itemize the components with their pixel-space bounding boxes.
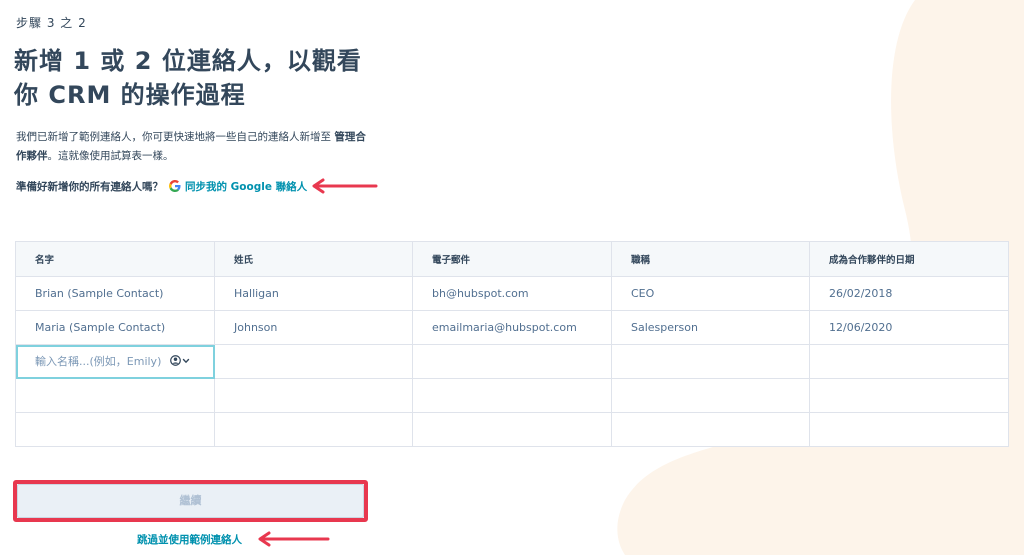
title-line-2: 你 CRM 的操作過程	[14, 81, 246, 109]
table-row: Brian (Sample Contact) Halligan bh@hubsp…	[15, 276, 1009, 311]
cell-email[interactable]	[412, 344, 612, 379]
first-name-input[interactable]	[35, 355, 165, 368]
description-suffix: 。這就像使用試算表一樣。	[47, 150, 174, 162]
column-header-last-name: 姓氏	[214, 241, 413, 277]
contacts-table: 名字 姓氏 電子郵件 職稱 成為合作夥伴的日期 Brian (Sample Co…	[15, 241, 1009, 447]
column-header-partner-date: 成為合作夥伴的日期	[809, 241, 1009, 277]
column-header-job-title: 職稱	[611, 241, 810, 277]
cell-empty[interactable]	[611, 378, 810, 413]
step-indicator: 步驟 3 之 2	[16, 16, 87, 30]
cell-job-title[interactable]: CEO	[611, 276, 810, 311]
google-icon	[169, 180, 181, 192]
cell-last-name[interactable]: Johnson	[214, 310, 413, 345]
cell-empty[interactable]	[15, 378, 215, 413]
cell-partner-date[interactable]	[809, 344, 1009, 379]
cell-email[interactable]: bh@hubspot.com	[412, 276, 612, 311]
cell-first-name[interactable]: Maria (Sample Contact)	[15, 310, 215, 345]
sync-question: 準備好新增你的所有連絡人嗎？	[16, 180, 163, 193]
table-row: Maria (Sample Contact) Johnson emailmari…	[15, 310, 1009, 345]
table-row-new	[15, 344, 1009, 379]
contact-owner-dropdown[interactable]	[170, 355, 190, 366]
cell-empty[interactable]	[809, 378, 1009, 413]
column-header-email: 電子郵件	[412, 241, 612, 277]
description-text: 我們已新增了範例連絡人，你可更快速地將一些自己的連絡人新增至	[16, 131, 335, 143]
cell-empty[interactable]	[15, 412, 215, 447]
cell-first-name[interactable]: Brian (Sample Contact)	[15, 276, 215, 311]
table-row-empty	[15, 412, 1009, 447]
table-row-empty	[15, 378, 1009, 413]
cell-first-name-active[interactable]	[15, 344, 215, 379]
cell-empty[interactable]	[412, 378, 612, 413]
cell-partner-date[interactable]: 26/02/2018	[809, 276, 1009, 311]
cell-job-title[interactable]: Salesperson	[611, 310, 810, 345]
page-title: 新增 1 或 2 位連絡人，以觀看 你 CRM 的操作過程	[14, 44, 374, 112]
cell-last-name[interactable]	[214, 344, 413, 379]
table-header-row: 名字 姓氏 電子郵件 職稱 成為合作夥伴的日期	[15, 241, 1009, 277]
cell-empty[interactable]	[412, 412, 612, 447]
annotation-arrow-left-icon	[312, 178, 378, 194]
continue-button[interactable]: 繼續	[17, 484, 364, 518]
cell-last-name[interactable]: Halligan	[214, 276, 413, 311]
sync-row: 準備好新增你的所有連絡人嗎？ 同步我的 Google 聯絡人	[16, 177, 307, 195]
title-line-1: 新增 1 或 2 位連絡人，以觀看	[14, 47, 362, 75]
user-circle-icon	[170, 355, 181, 366]
cell-email[interactable]: emailmaria@hubspot.com	[412, 310, 612, 345]
cell-empty[interactable]	[214, 378, 413, 413]
chevron-down-icon	[182, 358, 190, 363]
annotation-arrow-left-icon	[258, 531, 330, 547]
cell-empty[interactable]	[809, 412, 1009, 447]
cell-empty[interactable]	[611, 412, 810, 447]
cell-job-title[interactable]	[611, 344, 810, 379]
skip-with-sample-contacts-link[interactable]: 跳過並使用範例連絡人	[137, 532, 242, 547]
column-header-first-name: 名字	[15, 241, 215, 277]
description: 我們已新增了範例連絡人，你可更快速地將一些自己的連絡人新增至 管理合作夥伴。這就…	[16, 128, 366, 166]
cell-partner-date[interactable]: 12/06/2020	[809, 310, 1009, 345]
sync-google-contacts-link[interactable]: 同步我的 Google 聯絡人	[185, 179, 307, 194]
cell-empty[interactable]	[214, 412, 413, 447]
